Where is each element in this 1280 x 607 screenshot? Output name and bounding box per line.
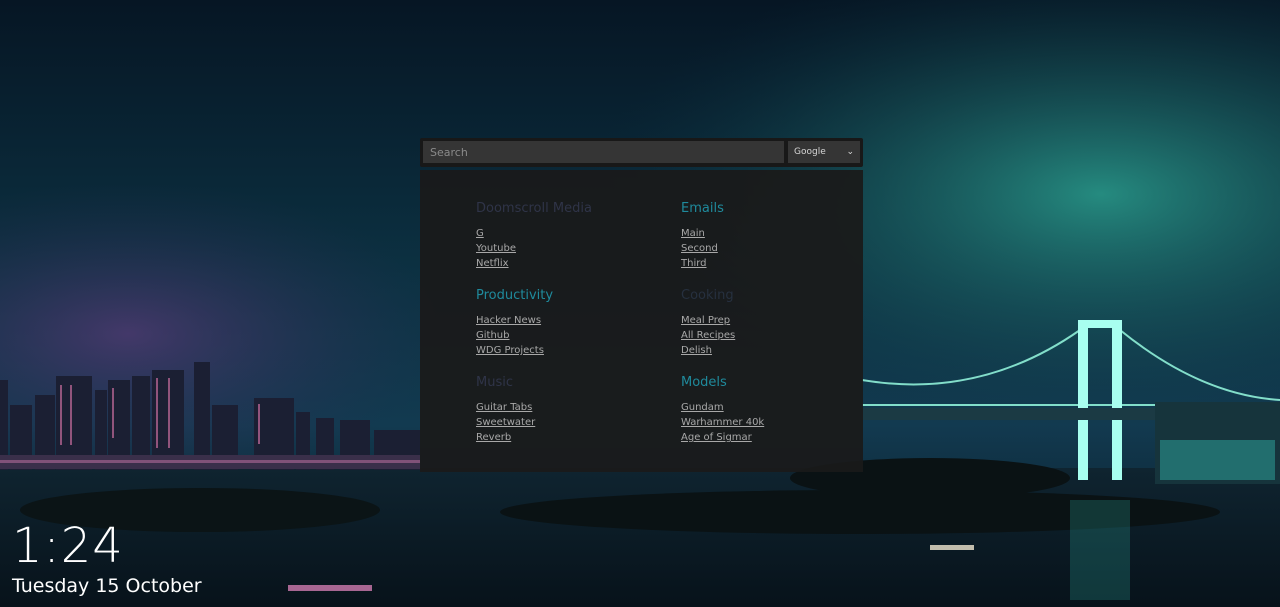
clock-date: Tuesday 15 October xyxy=(12,575,202,597)
group-title: Music xyxy=(476,375,513,390)
bookmark-link[interactable]: G xyxy=(476,226,656,241)
bookmark-group-cooking: Cooking Meal Prep All Recipes Delish xyxy=(681,288,861,358)
search-engine-value: Google xyxy=(794,147,826,157)
bookmark-link[interactable]: Sweetwater xyxy=(476,415,656,430)
bookmark-link[interactable]: Guitar Tabs xyxy=(476,400,656,415)
bookmark-link[interactable]: Main xyxy=(681,226,861,241)
bookmark-link[interactable]: All Recipes xyxy=(681,328,861,343)
bookmark-link[interactable]: Delish xyxy=(681,343,861,358)
bookmark-link[interactable]: Hacker News xyxy=(476,313,656,328)
bookmark-group-doomscroll-media: Doomscroll Media G Youtube Netflix xyxy=(476,201,656,271)
group-title: Doomscroll Media xyxy=(476,201,592,216)
group-title: Cooking xyxy=(681,288,734,303)
bookmark-link[interactable]: Youtube xyxy=(476,241,656,256)
bookmark-link[interactable]: Third xyxy=(681,256,861,271)
bookmark-link[interactable]: Age of Sigmar xyxy=(681,430,861,445)
bookmark-link[interactable]: Meal Prep xyxy=(681,313,861,328)
bookmark-link[interactable]: WDG Projects xyxy=(476,343,656,358)
bookmarks-panel: Doomscroll Media G Youtube Netflix Email… xyxy=(420,170,863,472)
bookmark-link[interactable]: Reverb xyxy=(476,430,656,445)
bookmark-group-music: Music Guitar Tabs Sweetwater Reverb xyxy=(476,375,656,445)
bookmark-link[interactable]: Second xyxy=(681,241,861,256)
search-engine-select[interactable]: Google ⌄ xyxy=(788,141,860,163)
clock-time: 1:24 xyxy=(12,518,124,574)
bookmark-link[interactable]: Github xyxy=(476,328,656,343)
search-bar: Google ⌄ xyxy=(420,138,863,167)
bookmark-link[interactable]: Warhammer 40k xyxy=(681,415,861,430)
bookmark-group-emails: Emails Main Second Third xyxy=(681,201,861,271)
bookmark-group-productivity: Productivity Hacker News Github WDG Proj… xyxy=(476,288,656,358)
bookmark-group-models: Models Gundam Warhammer 40k Age of Sigma… xyxy=(681,375,861,445)
group-title: Models xyxy=(681,375,727,390)
group-title: Emails xyxy=(681,201,724,216)
search-input[interactable] xyxy=(423,141,784,163)
bookmark-link[interactable]: Netflix xyxy=(476,256,656,271)
chevron-down-icon: ⌄ xyxy=(846,147,854,157)
group-title: Productivity xyxy=(476,288,554,303)
bookmark-link[interactable]: Gundam xyxy=(681,400,861,415)
startpage-widget: Google ⌄ Doomscroll Media G Youtube Netf… xyxy=(420,138,863,472)
clock-widget: 1:24 Tuesday 15 October xyxy=(12,518,202,598)
